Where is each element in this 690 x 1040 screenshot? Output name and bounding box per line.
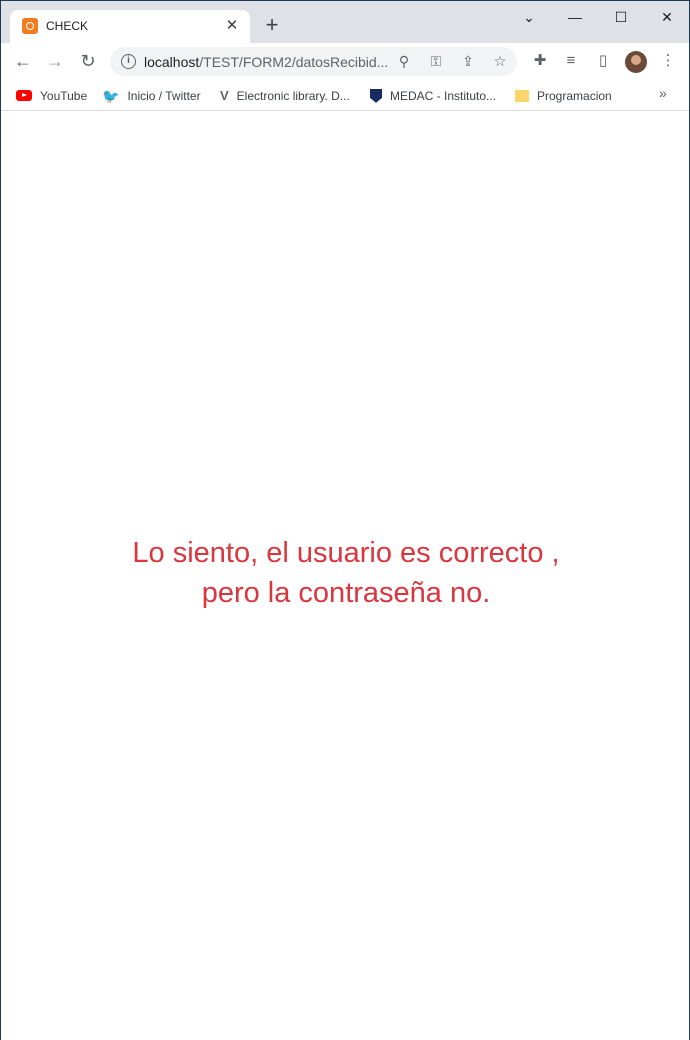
- reload-icon[interactable]: ↻: [76, 49, 100, 73]
- title-bar: CHECK ✕ + ⌄ — ☐ ✕: [1, 1, 689, 43]
- extensions-puzzle-icon[interactable]: ✚: [528, 49, 552, 73]
- error-message-line-1: Lo siento, el usuario es correcto ,: [132, 537, 560, 569]
- twitter-bird-icon: 🐦: [102, 87, 120, 104]
- bookmark-youtube[interactable]: YouTube: [16, 86, 87, 104]
- media-queue-icon[interactable]: ≡: [559, 49, 583, 73]
- profile-avatar[interactable]: [625, 51, 647, 73]
- search-icon[interactable]: ⚲: [394, 51, 414, 71]
- menu-kebab-icon[interactable]: ⋮: [656, 49, 680, 73]
- new-tab-icon[interactable]: +: [260, 14, 284, 38]
- navigation-toolbar: ← → ↻ i localhost/TEST/FORM2/datosRecibi…: [1, 43, 689, 79]
- forward-arrow-icon[interactable]: →: [43, 49, 67, 73]
- bookmark-twitter[interactable]: 🐦 Inicio / Twitter: [102, 86, 201, 104]
- close-window-icon[interactable]: ✕: [655, 5, 679, 29]
- bookmarks-overflow-icon[interactable]: »: [659, 85, 667, 101]
- browser-window: CHECK ✕ + ⌄ — ☐ ✕ ← → ↻ i localhost/TEST…: [0, 0, 690, 1040]
- medac-shield-icon: [370, 88, 382, 103]
- url-text[interactable]: localhost/TEST/FORM2/datosRecibid...: [144, 54, 388, 70]
- address-bar[interactable]: i localhost/TEST/FORM2/datosRecibid... ⚲…: [110, 47, 517, 76]
- back-arrow-icon[interactable]: ←: [11, 49, 35, 73]
- share-icon[interactable]: ⇪: [458, 51, 478, 71]
- tab-title: CHECK: [46, 19, 89, 33]
- bookmark-electronic-library[interactable]: V Electronic library. D...: [220, 86, 350, 104]
- site-info-icon[interactable]: i: [121, 54, 136, 69]
- tab-check[interactable]: CHECK ✕: [10, 10, 250, 43]
- side-panel-icon[interactable]: ▯: [591, 49, 615, 73]
- page-content: Lo siento, el usuario es correcto , pero…: [1, 112, 689, 1040]
- bookmark-medac[interactable]: MEDAC - Instituto...: [370, 86, 496, 104]
- error-message-line-2: pero la contraseña no.: [201, 577, 491, 609]
- bookmark-star-icon[interactable]: ☆: [490, 51, 510, 71]
- xampp-favicon-icon: [22, 18, 38, 34]
- bookmarks-bar: YouTube 🐦 Inicio / Twitter V Electronic li…: [1, 79, 689, 111]
- tab-search-chevron-icon[interactable]: ⌄: [517, 5, 541, 29]
- folder-icon: [515, 89, 529, 102]
- error-message: Lo siento, el usuario es correcto , pero…: [1, 533, 690, 613]
- minimize-icon[interactable]: —: [563, 5, 587, 29]
- tab-close-icon[interactable]: ✕: [222, 16, 242, 36]
- library-v-icon: V: [220, 87, 229, 103]
- maximize-icon[interactable]: ☐: [609, 5, 633, 29]
- youtube-icon: [16, 90, 32, 102]
- bookmark-programacion[interactable]: Programacion: [515, 86, 612, 104]
- key-icon[interactable]: ⚿: [426, 51, 446, 71]
